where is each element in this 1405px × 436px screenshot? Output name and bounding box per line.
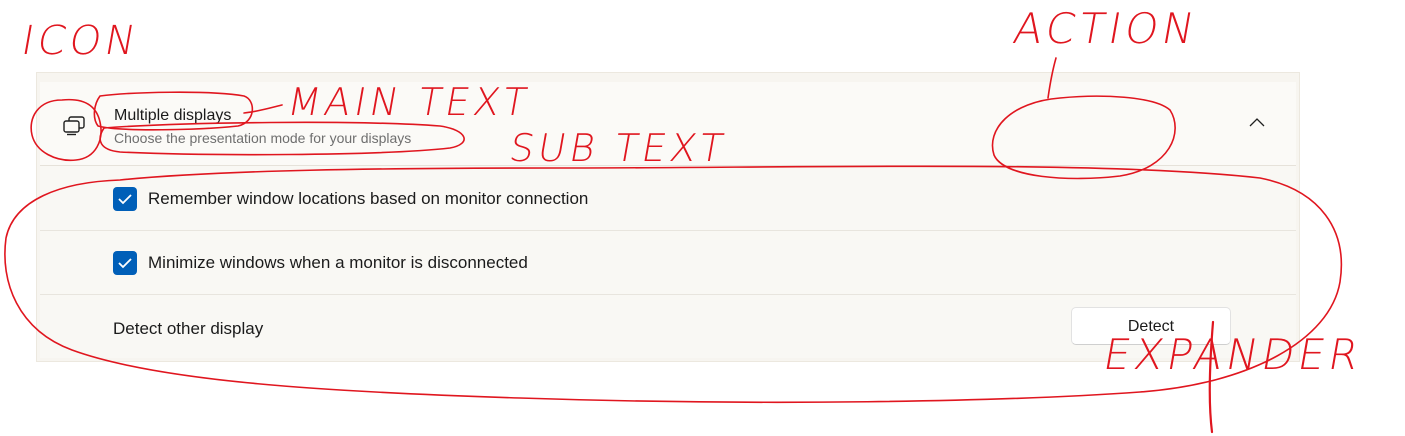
expander-subtitle: Choose the presentation mode for your di… xyxy=(114,130,412,146)
icon-annotation-label: ICON xyxy=(17,18,144,64)
remember-window-locations-checkbox[interactable] xyxy=(113,187,137,211)
minimize-windows-checkbox[interactable] xyxy=(113,251,137,275)
minimize-windows-label[interactable]: Minimize windows when a monitor is disco… xyxy=(148,253,528,273)
screenshot-stage: Multiple displays Choose the presentatio… xyxy=(0,0,1405,436)
chevron-up-icon[interactable] xyxy=(1248,116,1266,128)
detect-other-display-label: Detect other display xyxy=(113,319,264,338)
checkmark-icon xyxy=(118,194,132,205)
checkmark-icon xyxy=(118,258,132,269)
row-divider xyxy=(40,294,1296,295)
row-divider xyxy=(40,230,1296,231)
expander-annotation-label: EXPANDER xyxy=(1099,330,1367,379)
expander-title: Multiple displays xyxy=(114,107,232,124)
remember-window-locations-label[interactable]: Remember window locations based on monit… xyxy=(148,189,588,209)
sub-text-annotation-label: SUB TEXT xyxy=(506,126,731,170)
main-text-annotation-label: MAIN TEXT xyxy=(284,80,535,124)
action-annotation-label: ACTION xyxy=(1009,4,1203,53)
multiple-displays-icon xyxy=(63,116,85,136)
